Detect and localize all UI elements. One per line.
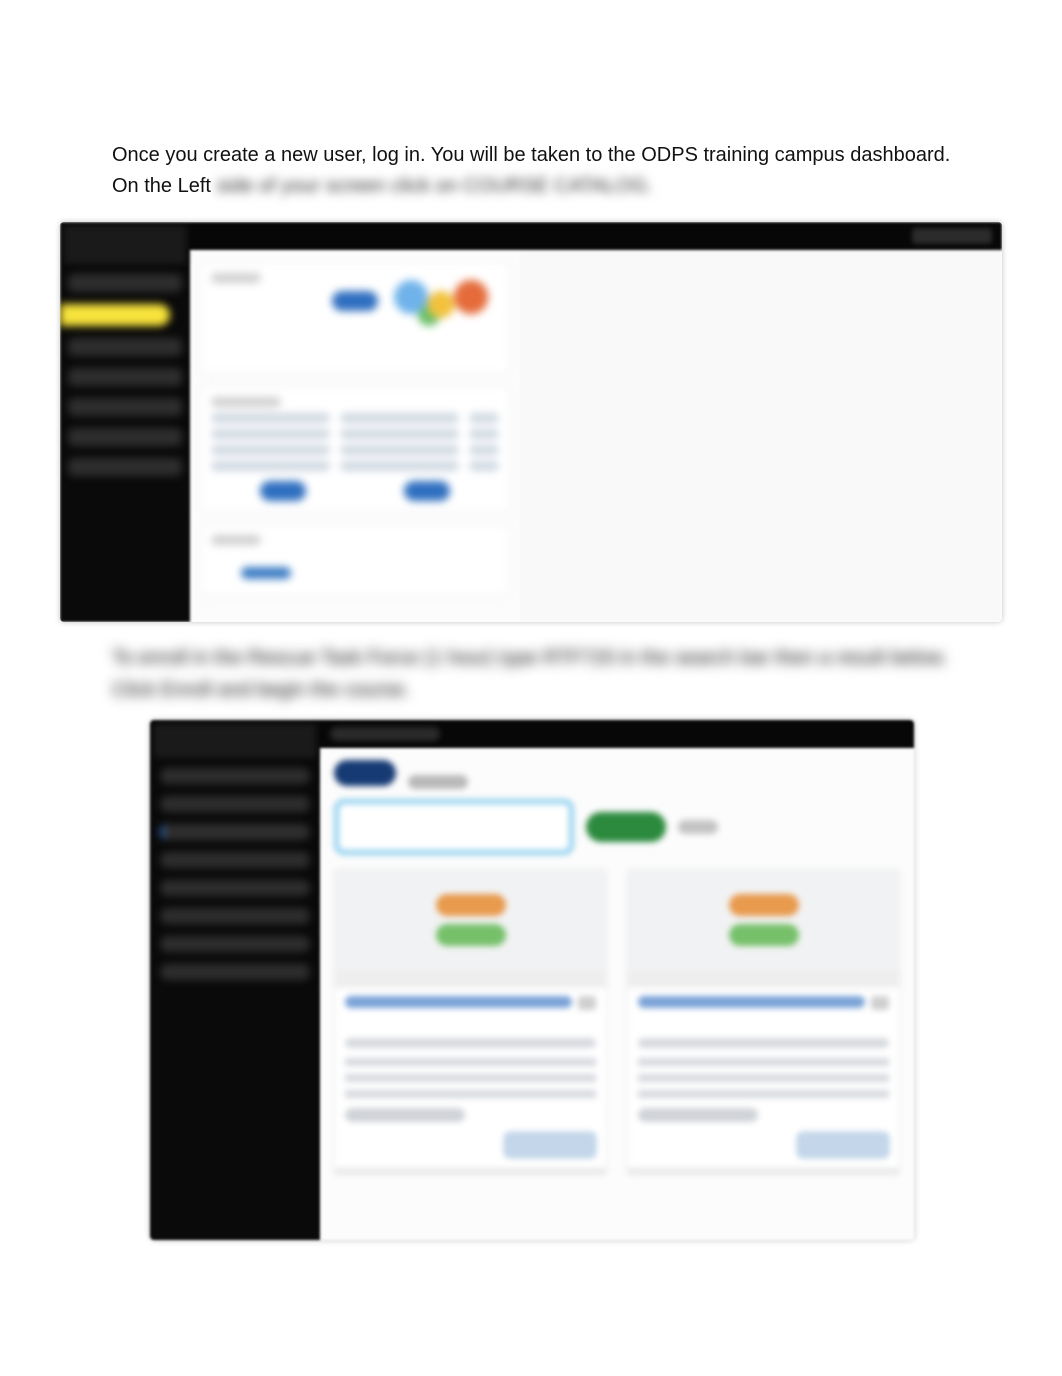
courses-widget bbox=[200, 386, 510, 512]
course-subtitle bbox=[638, 1038, 889, 1048]
sidebar-item-help[interactable] bbox=[160, 964, 310, 980]
enroll-button[interactable] bbox=[797, 1132, 889, 1158]
summary-primary-button[interactable] bbox=[332, 291, 378, 311]
news-widget-title bbox=[211, 535, 261, 545]
search-input[interactable] bbox=[334, 799, 574, 855]
catalog-screenshot bbox=[150, 720, 914, 1240]
courses-more-button-2[interactable] bbox=[404, 481, 450, 501]
brand-logo bbox=[64, 226, 186, 264]
sidebar-item-resources[interactable] bbox=[160, 936, 310, 952]
sidebar-item-transcript[interactable] bbox=[160, 852, 310, 868]
news-view-all-link[interactable] bbox=[241, 567, 291, 579]
course-meta bbox=[335, 970, 606, 988]
card-footer bbox=[335, 1168, 606, 1174]
course-title-row bbox=[345, 996, 596, 1030]
table-row[interactable] bbox=[211, 429, 499, 439]
card-footer bbox=[628, 1168, 899, 1174]
course-price bbox=[345, 1108, 465, 1122]
brand-logo bbox=[154, 724, 316, 758]
course-meta bbox=[628, 970, 899, 988]
instruction-line-2-blurred: side of your screen click on COURSE CATA… bbox=[217, 175, 653, 197]
breadcrumb bbox=[330, 727, 440, 741]
courses-widget-title bbox=[211, 397, 281, 407]
sidebar bbox=[150, 720, 320, 1240]
news-widget bbox=[200, 524, 510, 596]
course-price bbox=[638, 1108, 758, 1122]
sidebar-item-my-courses[interactable] bbox=[160, 796, 310, 812]
course-title-link[interactable] bbox=[638, 996, 865, 1008]
courses-more-button-1[interactable] bbox=[260, 481, 306, 501]
course-tag-online bbox=[729, 894, 799, 916]
sidebar-item-course-catalog[interactable] bbox=[60, 304, 170, 326]
course-tag-online bbox=[436, 894, 506, 916]
top-bar bbox=[320, 720, 914, 748]
summary-widget-label bbox=[211, 273, 261, 283]
course-tag-free bbox=[436, 924, 506, 946]
course-card bbox=[627, 869, 900, 1175]
enroll-button[interactable] bbox=[504, 1132, 596, 1158]
tab-calendar[interactable] bbox=[408, 775, 468, 789]
favorite-star-icon[interactable] bbox=[871, 996, 889, 1010]
sidebar-item-my-courses[interactable] bbox=[68, 338, 182, 356]
summary-widget bbox=[200, 262, 510, 374]
sidebar-item-certificates[interactable] bbox=[68, 398, 182, 416]
course-title-row bbox=[638, 996, 889, 1030]
user-menu[interactable] bbox=[912, 228, 992, 244]
sidebar-item-course-catalog[interactable] bbox=[160, 824, 310, 840]
catalog-search-row bbox=[320, 797, 914, 869]
table-row[interactable] bbox=[211, 445, 499, 455]
sidebar-item-dashboard[interactable] bbox=[68, 274, 182, 292]
catalog-tabs bbox=[320, 748, 914, 797]
sidebar-item-calendar[interactable] bbox=[160, 880, 310, 896]
instruction-paragraph-1: Once you create a new user, log in. You … bbox=[112, 140, 978, 202]
sidebar-item-dashboard[interactable] bbox=[160, 768, 310, 784]
courses-header-row bbox=[211, 413, 499, 423]
course-thumbnail bbox=[628, 870, 899, 970]
course-card bbox=[334, 869, 607, 1175]
course-card-grid bbox=[320, 869, 914, 1175]
favorite-star-icon[interactable] bbox=[578, 996, 596, 1010]
course-title-link[interactable] bbox=[345, 996, 572, 1008]
sidebar-item-transcript[interactable] bbox=[68, 368, 182, 386]
sidebar-item-reports[interactable] bbox=[160, 908, 310, 924]
dashboard-empty-area bbox=[520, 250, 1002, 622]
instruction-paragraph-2: To enroll in the Rescue Task Force (1 ho… bbox=[112, 642, 988, 706]
course-description bbox=[345, 1058, 596, 1098]
sidebar bbox=[60, 222, 190, 622]
sidebar-item-profile[interactable] bbox=[68, 428, 182, 446]
summary-chart-icon bbox=[375, 277, 495, 327]
course-subtitle bbox=[345, 1038, 596, 1048]
search-button[interactable] bbox=[586, 812, 666, 842]
sidebar-item-help[interactable] bbox=[68, 458, 182, 476]
course-thumbnail bbox=[335, 870, 606, 970]
table-row[interactable] bbox=[211, 461, 499, 471]
course-tag-free bbox=[729, 924, 799, 946]
view-toggle[interactable] bbox=[678, 820, 718, 834]
course-description bbox=[638, 1058, 889, 1098]
tab-catalog[interactable] bbox=[334, 760, 396, 786]
dashboard-screenshot bbox=[60, 222, 1002, 622]
top-bar bbox=[190, 222, 1002, 250]
